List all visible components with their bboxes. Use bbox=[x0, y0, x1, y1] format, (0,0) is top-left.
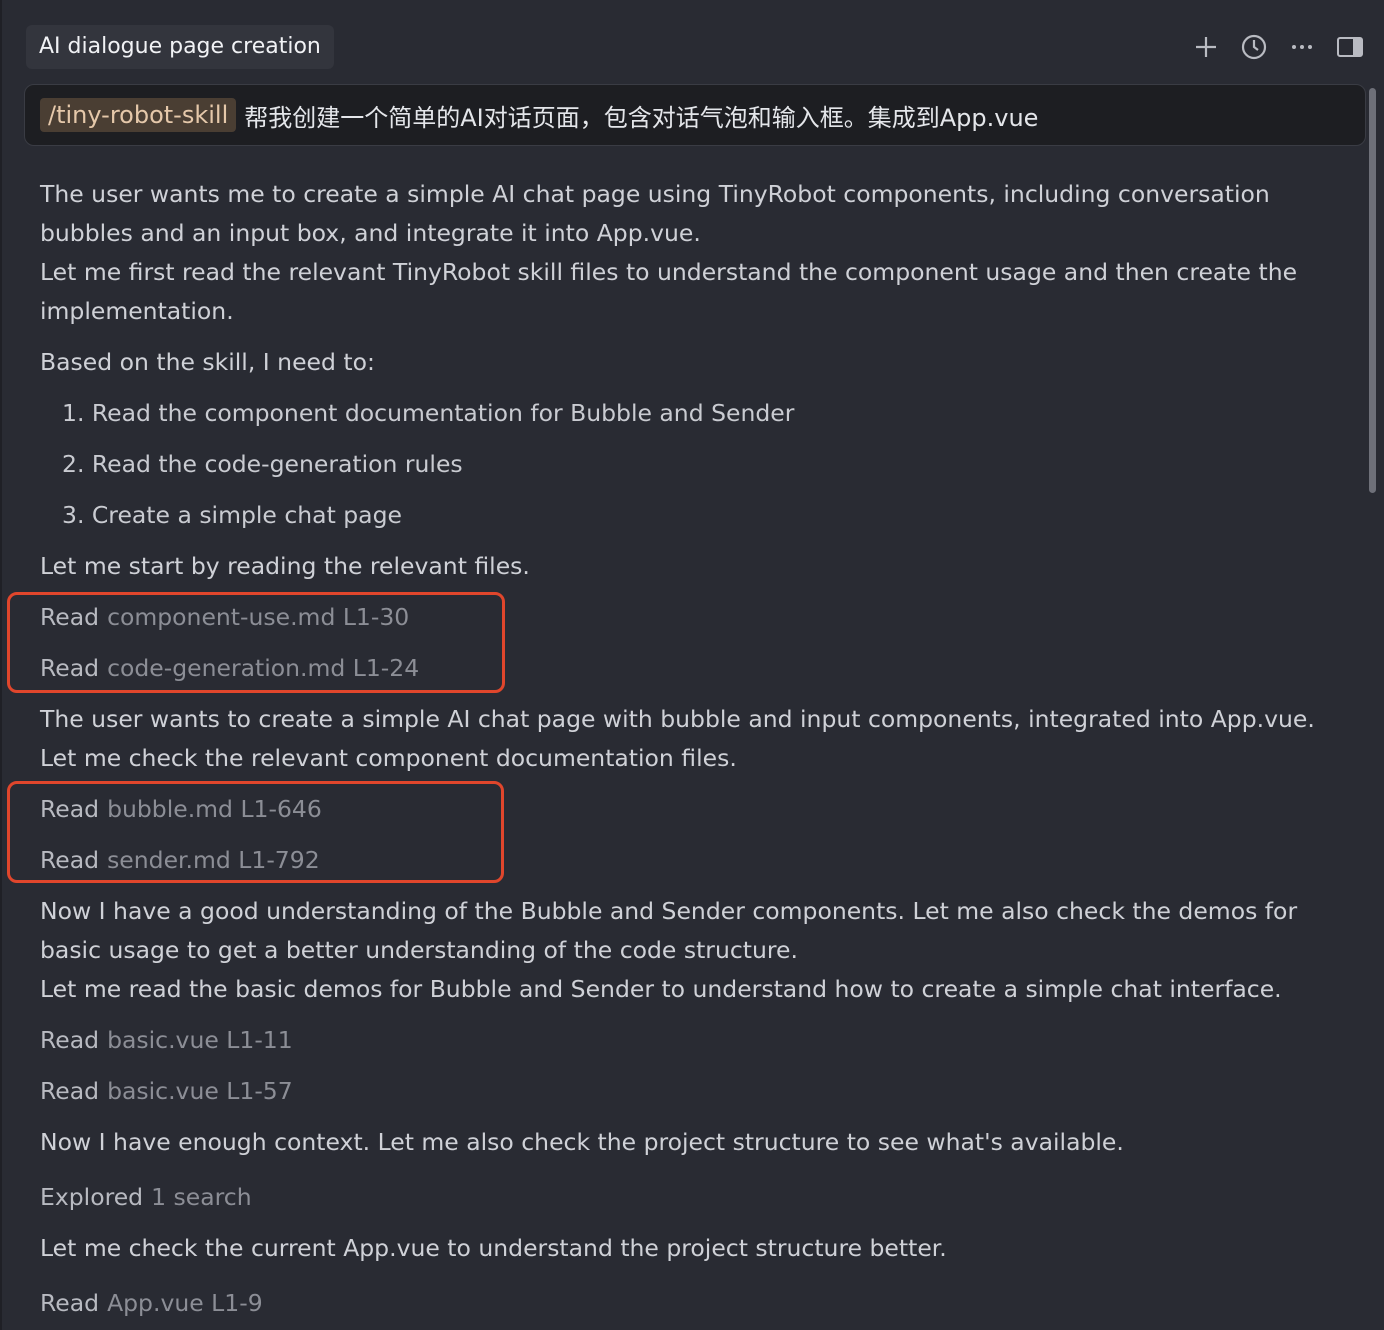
plus-icon[interactable] bbox=[1190, 31, 1222, 63]
message-paragraph: Let me check the relevant component docu… bbox=[40, 744, 737, 772]
message-paragraph: Let me read the basic demos for Bubble a… bbox=[40, 975, 1282, 1003]
tool-call-read[interactable]: Read App.vue L1-9 bbox=[40, 1284, 1350, 1323]
sidebar-toggle-icon[interactable] bbox=[1334, 31, 1366, 63]
message-paragraph: Let me first read the relevant TinyRobot… bbox=[40, 258, 1298, 325]
list-item: 3. Create a simple chat page bbox=[62, 501, 402, 529]
highlight-box bbox=[7, 592, 505, 693]
tool-call-explored[interactable]: Explored 1 search bbox=[40, 1178, 1350, 1217]
message-paragraph: The user wants me to create a simple AI … bbox=[40, 180, 1270, 247]
message-paragraph: The user wants to create a simple AI cha… bbox=[40, 705, 1315, 733]
message-paragraph: Now I have enough context. Let me also c… bbox=[40, 1128, 1124, 1156]
skill-chip[interactable]: /tiny-robot-skill bbox=[40, 98, 237, 132]
steps-list: 1. Read the component documentation for … bbox=[40, 394, 1350, 535]
left-border bbox=[0, 0, 2, 1330]
header-actions bbox=[1190, 31, 1366, 63]
assistant-response: The user wants me to create a simple AI … bbox=[40, 175, 1350, 1323]
list-item: 1. Read the component documentation for … bbox=[62, 399, 795, 427]
message-paragraph: Let me start by reading the relevant fil… bbox=[40, 552, 530, 580]
message-paragraph: Let me check the current App.vue to unde… bbox=[40, 1234, 947, 1262]
tool-call-read[interactable]: Read basic.vue L1-57 bbox=[40, 1072, 1350, 1111]
user-prompt: /tiny-robot-skill 帮我创建一个简单的AI对话页面，包含对话气泡… bbox=[24, 84, 1366, 146]
prompt-text: 帮我创建一个简单的AI对话页面，包含对话气泡和输入框。集成到App.vue bbox=[244, 103, 1039, 132]
message-paragraph: Now I have a good understanding of the B… bbox=[40, 897, 1298, 964]
list-item: 2. Read the code-generation rules bbox=[62, 450, 463, 478]
scrollbar[interactable] bbox=[1369, 88, 1376, 493]
more-icon[interactable] bbox=[1286, 31, 1318, 63]
tool-call-read[interactable]: Read basic.vue L1-11 bbox=[40, 1021, 1350, 1060]
history-icon[interactable] bbox=[1238, 31, 1270, 63]
highlight-box bbox=[7, 781, 504, 883]
message-paragraph: Based on the skill, I need to: bbox=[40, 348, 375, 376]
conversation-title[interactable]: AI dialogue page creation bbox=[26, 25, 334, 69]
